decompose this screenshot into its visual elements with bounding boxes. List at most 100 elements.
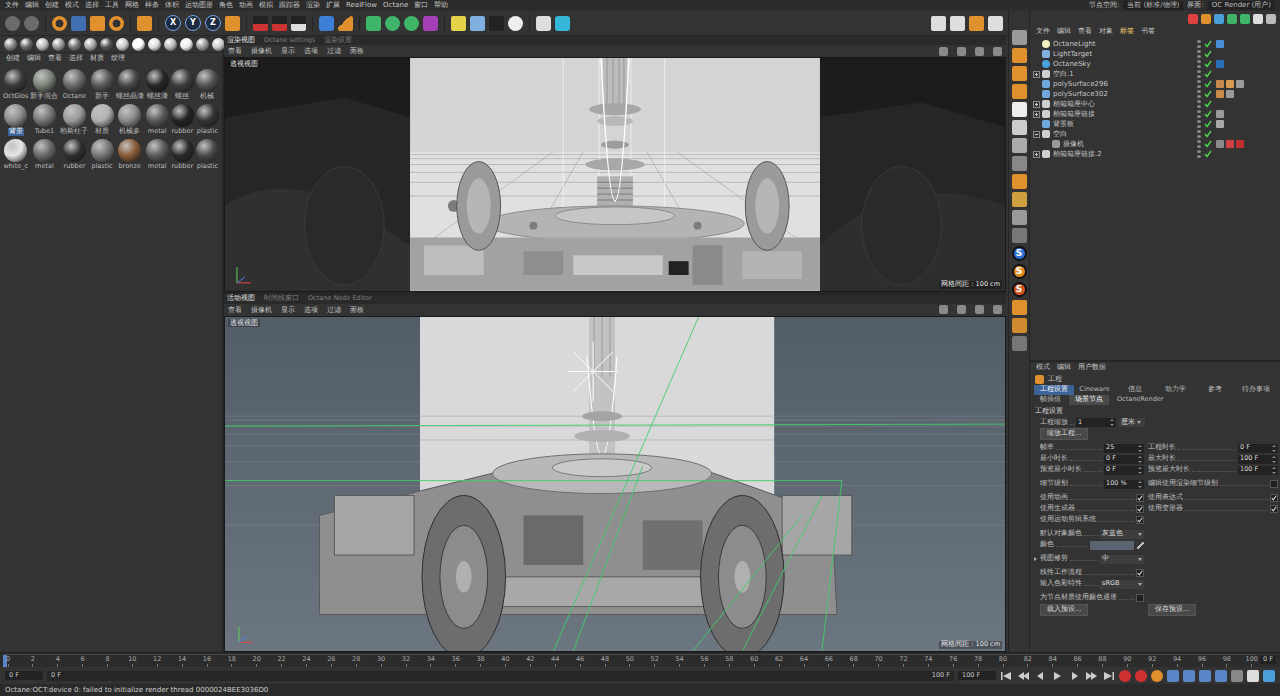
picture-viewer-icon[interactable]	[988, 16, 1003, 31]
menu-item[interactable]: 创建	[6, 54, 20, 62]
tag-icon[interactable]	[1236, 80, 1244, 88]
manager-tool-icon[interactable]	[1201, 14, 1211, 24]
checkbox[interactable]	[1136, 594, 1144, 602]
material-ball[interactable]	[63, 104, 86, 127]
material-label[interactable]: rubber	[170, 163, 194, 171]
material[interactable]: OctGlos	[2, 69, 29, 101]
checkbox[interactable]	[1136, 516, 1144, 524]
menu-item[interactable]: RealFlow	[346, 1, 377, 9]
material[interactable]: 背景	[2, 104, 29, 136]
attribute-tab[interactable]: 信息	[1115, 385, 1155, 395]
panel-tab[interactable]: 渲染视图	[227, 37, 255, 45]
attribute-subtab[interactable]: 帧插值	[1034, 395, 1067, 405]
render-picture-viewer-icon[interactable]	[272, 16, 287, 31]
menu-item[interactable]: 模拟	[259, 1, 273, 9]
timeline-ticks[interactable]: 0246810121416182022242628303234363840424…	[4, 654, 1256, 667]
spin-down-icon[interactable]	[1138, 461, 1142, 463]
current-frame-field[interactable]: 0 F	[1260, 656, 1276, 664]
menu-item[interactable]: 网格	[125, 1, 139, 9]
menu-item[interactable]: 编辑	[27, 54, 41, 62]
number-value[interactable]: 100 %	[1106, 480, 1127, 488]
dropdown[interactable]: sRGB	[1100, 580, 1144, 589]
object-row[interactable]: 柏箱箱座链接.2	[1030, 149, 1280, 159]
enabled-check[interactable]	[1204, 100, 1212, 108]
menu-item[interactable]: 运动图形	[185, 1, 213, 9]
attribute-tab[interactable]: 待办事项	[1236, 385, 1276, 395]
tag-icon[interactable]	[1216, 80, 1224, 88]
menu-item[interactable]: 跟踪器	[279, 1, 300, 9]
material-label[interactable]: Tube1	[34, 128, 55, 136]
expand-toggle[interactable]	[1033, 71, 1040, 78]
number-field[interactable]: 100 F	[1238, 466, 1278, 475]
tag-icon[interactable]	[1226, 80, 1234, 88]
live-select-icon[interactable]	[52, 16, 67, 31]
menu-bar-dropdown[interactable]: OC Render (用户)	[1208, 1, 1275, 9]
material-label[interactable]: 材质	[94, 128, 110, 136]
object-name[interactable]: OctaneSky	[1053, 60, 1197, 68]
material[interactable]: rubber	[170, 104, 195, 136]
material[interactable]: 新手混合	[29, 69, 59, 101]
material-ball[interactable]	[146, 69, 169, 92]
rotate-icon[interactable]	[109, 16, 124, 31]
material[interactable]: rubber	[170, 139, 195, 171]
tag-icon[interactable]	[1226, 90, 1234, 98]
model-mode-icon[interactable]	[1012, 102, 1027, 117]
menu-item[interactable]: 查看	[228, 47, 242, 55]
visibility-dot[interactable]	[1197, 125, 1201, 128]
object-name[interactable]: 背景板	[1053, 120, 1197, 128]
menu-item[interactable]: 渲染	[306, 1, 320, 9]
unit-dropdown[interactable]: 厘米	[1119, 418, 1145, 427]
menu-item[interactable]: 文件	[5, 1, 19, 9]
redo-icon[interactable]	[24, 16, 39, 31]
panel-tab[interactable]: 时间线窗口	[264, 295, 299, 303]
enabled-check[interactable]	[1204, 60, 1212, 68]
layers-icon[interactable]	[1012, 318, 1027, 333]
shading-mode-icon[interactable]	[84, 38, 97, 51]
spin-down-icon[interactable]	[1138, 472, 1142, 474]
checkbox[interactable]	[1270, 494, 1278, 502]
next-frame-icon[interactable]	[1068, 670, 1081, 682]
number-value[interactable]: 0 F	[1106, 466, 1116, 474]
expand-toggle[interactable]	[1033, 111, 1040, 118]
visibility-dot[interactable]	[1197, 60, 1201, 63]
dropdown-value[interactable]: 中	[1102, 555, 1109, 563]
menu-item[interactable]: 窗口	[414, 1, 428, 9]
visibility-dot[interactable]	[1197, 45, 1201, 48]
attribute-tab[interactable]: 动力学	[1155, 385, 1195, 395]
axis-lock-button[interactable]: X	[165, 15, 181, 31]
spin-down-icon[interactable]	[1272, 461, 1276, 463]
material-label[interactable]: 机械	[199, 93, 215, 101]
menu-item[interactable]: 材质	[90, 54, 104, 62]
playhead[interactable]	[3, 655, 7, 667]
attribute-tab[interactable]: 参考	[1195, 385, 1235, 395]
record-icon[interactable]	[1119, 670, 1131, 682]
visibility-dot[interactable]	[1197, 100, 1201, 103]
number-value[interactable]: 25	[1106, 444, 1114, 452]
object-row[interactable]: 柏箱箱座链接	[1030, 109, 1280, 119]
visibility-dots[interactable]	[1197, 80, 1202, 88]
range-start[interactable]: 0 F	[51, 672, 61, 680]
material-label[interactable]: Octane	[62, 93, 87, 101]
shading-mode-icon[interactable]	[132, 38, 145, 51]
lock-icon[interactable]	[1012, 228, 1027, 243]
attribute-tab[interactable]: Cineware	[1074, 385, 1114, 395]
material-ball[interactable]	[118, 139, 141, 162]
menu-item[interactable]: 显示	[281, 306, 295, 314]
enabled-check[interactable]	[1204, 90, 1212, 98]
material[interactable]: metal	[29, 139, 59, 171]
paint-icon[interactable]	[1012, 336, 1027, 351]
texture-mode-icon[interactable]	[1012, 120, 1027, 135]
material[interactable]: plastic	[89, 139, 114, 171]
object-row[interactable]: OctaneSky	[1030, 59, 1280, 69]
timeline-icon[interactable]	[1247, 670, 1259, 682]
eyedropper-icon[interactable]	[1137, 542, 1144, 549]
rotate-view-icon[interactable]	[975, 305, 984, 314]
material-label[interactable]: metal	[147, 163, 168, 171]
visibility-dot[interactable]	[1197, 70, 1201, 73]
enabled-check[interactable]	[1204, 150, 1212, 158]
button[interactable]: 载入预设...	[1040, 604, 1088, 616]
subdivision-icon[interactable]	[366, 16, 381, 31]
material-label[interactable]: plastic	[196, 163, 219, 171]
material-ball[interactable]	[33, 69, 56, 92]
object-row[interactable]: 摄像机	[1030, 139, 1280, 149]
